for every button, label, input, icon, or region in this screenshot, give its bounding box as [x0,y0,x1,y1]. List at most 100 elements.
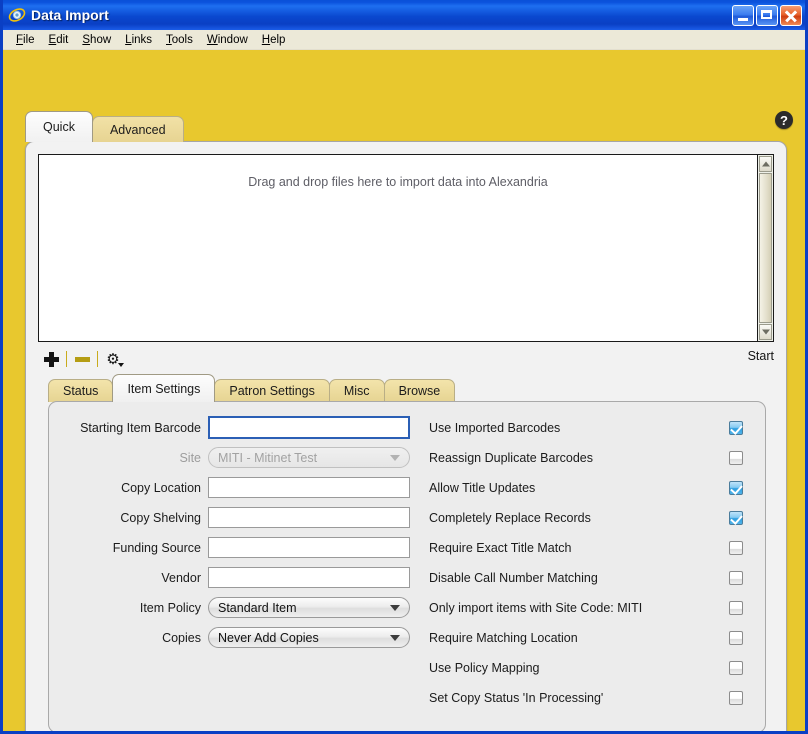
funding-source-input[interactable] [208,537,410,558]
chevron-down-icon [390,605,400,611]
menu-item-file[interactable]: File [9,33,42,47]
copy-location-input[interactable] [208,477,410,498]
window-title: Data Import [31,7,730,23]
checkbox-set-copy-status-in-processing[interactable] [729,691,743,705]
tab-patron-settings[interactable]: Patron Settings [214,379,329,402]
item-policy-select-value: Standard Item [218,601,390,615]
title-bar[interactable]: Data Import [3,0,805,30]
dropzone-toolbar: ⚙ Start [26,345,788,373]
field-row-copy-location: Copy Location [57,477,427,498]
plus-icon [44,352,59,367]
import-panel: Drag and drop files here to import data … [25,141,787,731]
checkbox-allow-title-updates[interactable] [729,481,743,495]
scroll-down-arrow-icon[interactable] [759,324,772,340]
tab-quick[interactable]: Quick [25,111,93,142]
menu-item-help[interactable]: Help [255,33,293,47]
tab-misc[interactable]: Misc [329,379,385,402]
label-require-exact-title-match: Require Exact Title Match [427,541,729,555]
item-policy-select[interactable]: Standard Item [208,597,410,618]
field-row-copy-shelving: Copy Shelving [57,507,427,528]
settings-gear-button[interactable]: ⚙ [100,347,126,371]
field-row-funding-source: Funding Source [57,537,427,558]
menu-bar: File Edit Show Links Tools Window Help [3,30,805,50]
item-settings-options: Use Imported Barcodes Reassign Duplicate… [427,417,757,717]
checkbox-use-imported-barcodes[interactable] [729,421,743,435]
field-row-item-policy: Item Policy Standard Item [57,597,427,618]
label-use-imported-barcodes: Use Imported Barcodes [427,421,729,435]
tab-advanced[interactable]: Advanced [92,116,184,142]
label-site: Site [57,451,208,465]
checkbox-require-exact-title-match[interactable] [729,541,743,555]
chevron-down-icon [390,455,400,461]
menu-item-links[interactable]: Links [118,33,159,47]
item-settings-panel: Starting Item Barcode Site MITI - Mitine… [48,401,766,731]
field-row-site: Site MITI - Mitinet Test [57,447,427,468]
dropzone-scrollbar[interactable] [757,154,774,342]
label-disable-call-number-matching: Disable Call Number Matching [427,571,729,585]
toolbar-divider-2 [97,351,98,367]
checkbox-use-policy-mapping[interactable] [729,661,743,675]
label-use-policy-mapping: Use Policy Mapping [427,661,729,675]
checkbox-reassign-duplicate-barcodes[interactable] [729,451,743,465]
menu-item-tools[interactable]: Tools [159,33,200,47]
tab-browse[interactable]: Browse [384,379,456,402]
menu-item-edit[interactable]: Edit [42,33,76,47]
field-row-starting-item-barcode: Starting Item Barcode [57,417,427,438]
menu-item-show[interactable]: Show [75,33,118,47]
label-starting-item-barcode: Starting Item Barcode [57,421,208,435]
option-row-disable-call-number-matching: Disable Call Number Matching [427,567,757,588]
option-row-only-import-site-code: Only import items with Site Code: MITI [427,597,757,618]
option-row-set-copy-status-in-processing: Set Copy Status 'In Processing' [427,687,757,708]
label-require-matching-location: Require Matching Location [427,631,729,645]
label-only-import-site-code: Only import items with Site Code: MITI [427,601,729,615]
option-row-completely-replace-records: Completely Replace Records [427,507,757,528]
option-row-use-imported-barcodes: Use Imported Barcodes [427,417,757,438]
checkbox-only-import-site-code[interactable] [729,601,743,615]
item-settings-form: Starting Item Barcode Site MITI - Mitine… [57,417,427,657]
option-row-require-exact-title-match: Require Exact Title Match [427,537,757,558]
label-funding-source: Funding Source [57,541,208,555]
top-tab-strip: Quick Advanced [25,110,184,142]
vendor-input[interactable] [208,567,410,588]
toolbar-divider [66,351,67,367]
tab-status[interactable]: Status [48,379,113,402]
help-icon[interactable]: ? [775,111,793,129]
checkbox-completely-replace-records[interactable] [729,511,743,525]
chevron-down-icon [390,635,400,641]
checkbox-require-matching-location[interactable] [729,631,743,645]
app-icon [8,6,26,24]
tab-item-settings[interactable]: Item Settings [112,374,215,402]
data-import-window: Data Import File Edit Show Links Tools W… [0,0,808,734]
remove-file-button[interactable] [69,347,95,371]
close-button[interactable] [780,5,802,26]
add-file-button[interactable] [38,347,64,371]
site-select-value: MITI - Mitinet Test [218,451,390,465]
option-row-require-matching-location: Require Matching Location [427,627,757,648]
file-dropzone[interactable]: Drag and drop files here to import data … [38,154,757,342]
label-item-policy: Item Policy [57,601,208,615]
copy-shelving-input[interactable] [208,507,410,528]
label-copy-location: Copy Location [57,481,208,495]
dropzone-message: Drag and drop files here to import data … [39,175,757,189]
start-button[interactable]: Start [748,349,774,363]
option-row-reassign-duplicate-barcodes: Reassign Duplicate Barcodes [427,447,757,468]
label-set-copy-status-in-processing: Set Copy Status 'In Processing' [427,691,729,705]
label-copies: Copies [57,631,208,645]
copies-select-value: Never Add Copies [218,631,390,645]
app-body: ? Quick Advanced Drag and drop files her… [3,50,805,731]
copies-select[interactable]: Never Add Copies [208,627,410,648]
site-select[interactable]: MITI - Mitinet Test [208,447,410,468]
minimize-button[interactable] [732,5,754,26]
option-row-use-policy-mapping: Use Policy Mapping [427,657,757,678]
maximize-button[interactable] [756,5,778,26]
label-completely-replace-records: Completely Replace Records [427,511,729,525]
scrollbar-thumb[interactable] [759,173,772,323]
starting-item-barcode-input[interactable] [208,416,410,439]
settings-tab-strip: Status Item Settings Patron Settings Mis… [48,374,454,402]
checkbox-disable-call-number-matching[interactable] [729,571,743,585]
scroll-up-arrow-icon[interactable] [759,156,772,172]
label-copy-shelving: Copy Shelving [57,511,208,525]
label-allow-title-updates: Allow Title Updates [427,481,729,495]
menu-item-window[interactable]: Window [200,33,255,47]
option-row-allow-title-updates: Allow Title Updates [427,477,757,498]
